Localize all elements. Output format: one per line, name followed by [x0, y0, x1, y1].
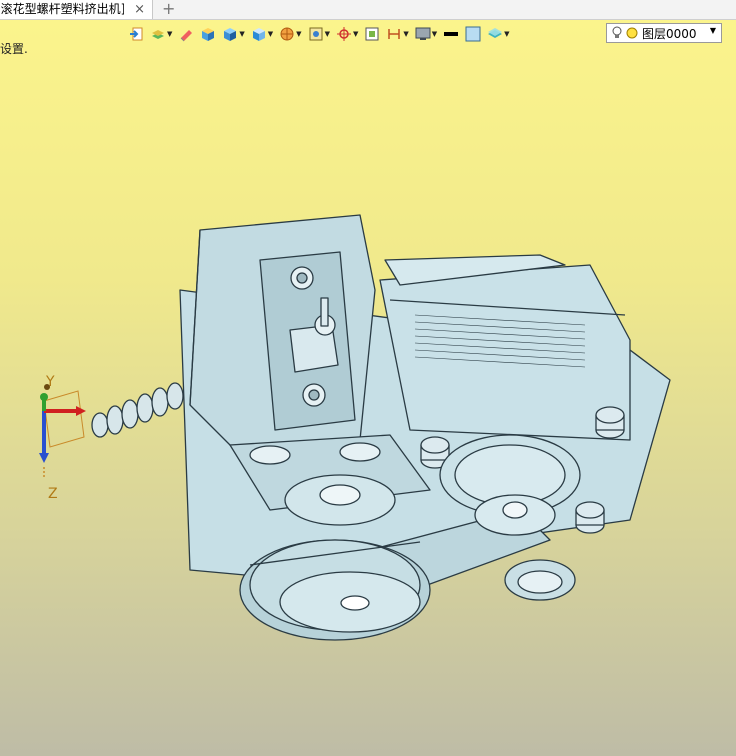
status-hint: 设置. [0, 42, 28, 56]
lightbulb-icon [612, 26, 622, 38]
layer-tools-dropdown-icon[interactable]: ▼ [504, 30, 509, 38]
axis-label-y: Y [46, 374, 55, 390]
fill-color-icon[interactable] [463, 24, 483, 44]
layer-stack-dropdown-icon[interactable]: ▼ [167, 30, 172, 38]
axis-label-z: Z [48, 486, 58, 502]
cube-blue-icon[interactable] [220, 24, 240, 44]
close-tab-icon[interactable]: × [134, 1, 145, 18]
layer-stack-icon[interactable] [148, 24, 168, 44]
monitor-dropdown-icon[interactable]: ▼ [432, 30, 437, 38]
line-color-icon[interactable] [441, 24, 461, 44]
eraser-icon[interactable] [176, 24, 196, 44]
dimension-icon[interactable] [384, 24, 404, 44]
add-tab-icon[interactable]: + [162, 0, 175, 19]
snap-target-icon[interactable] [334, 24, 354, 44]
document-tab[interactable]: [滚花型螺杆塑料挤出机] × [0, 0, 153, 19]
selection-filter-icon[interactable] [306, 24, 326, 44]
extruder-model[interactable] [70, 190, 680, 650]
sphere-display-dropdown-icon[interactable]: ▼ [296, 30, 301, 38]
cube-view-icon[interactable] [249, 24, 269, 44]
3d-viewport[interactable]: 设置. ▼ ▼ ▼ ▼ ▼ ▼ ▼ ▼ ▼ 图层0000 ▼ Y Z [0, 20, 736, 756]
layer-select[interactable]: 图层0000 ▼ [606, 23, 722, 43]
document-tab-title: [滚花型螺杆塑料挤出机] [0, 2, 124, 16]
layer-tools-icon[interactable] [485, 24, 505, 44]
exit-sketch-icon[interactable] [126, 24, 146, 44]
selection-filter-dropdown-icon[interactable]: ▼ [325, 30, 330, 38]
cube-view-dropdown-icon[interactable]: ▼ [268, 30, 273, 38]
cube-shaded-icon[interactable] [198, 24, 218, 44]
snap-target-dropdown-icon[interactable]: ▼ [353, 30, 358, 38]
monitor-icon[interactable] [413, 24, 433, 44]
frame-icon[interactable] [362, 24, 382, 44]
chevron-down-icon: ▼ [709, 26, 716, 35]
layer-select-value: 图层0000 [642, 26, 697, 41]
sphere-display-icon[interactable] [277, 24, 297, 44]
tab-strip: [滚花型螺杆塑料挤出机] × + [0, 0, 736, 20]
dimension-dropdown-icon[interactable]: ▼ [403, 30, 408, 38]
cube-blue-dropdown-icon[interactable]: ▼ [239, 30, 244, 38]
view-toolbar: ▼ ▼ ▼ ▼ ▼ ▼ ▼ ▼ ▼ [126, 22, 512, 46]
layer-color-dot-icon [626, 27, 638, 39]
